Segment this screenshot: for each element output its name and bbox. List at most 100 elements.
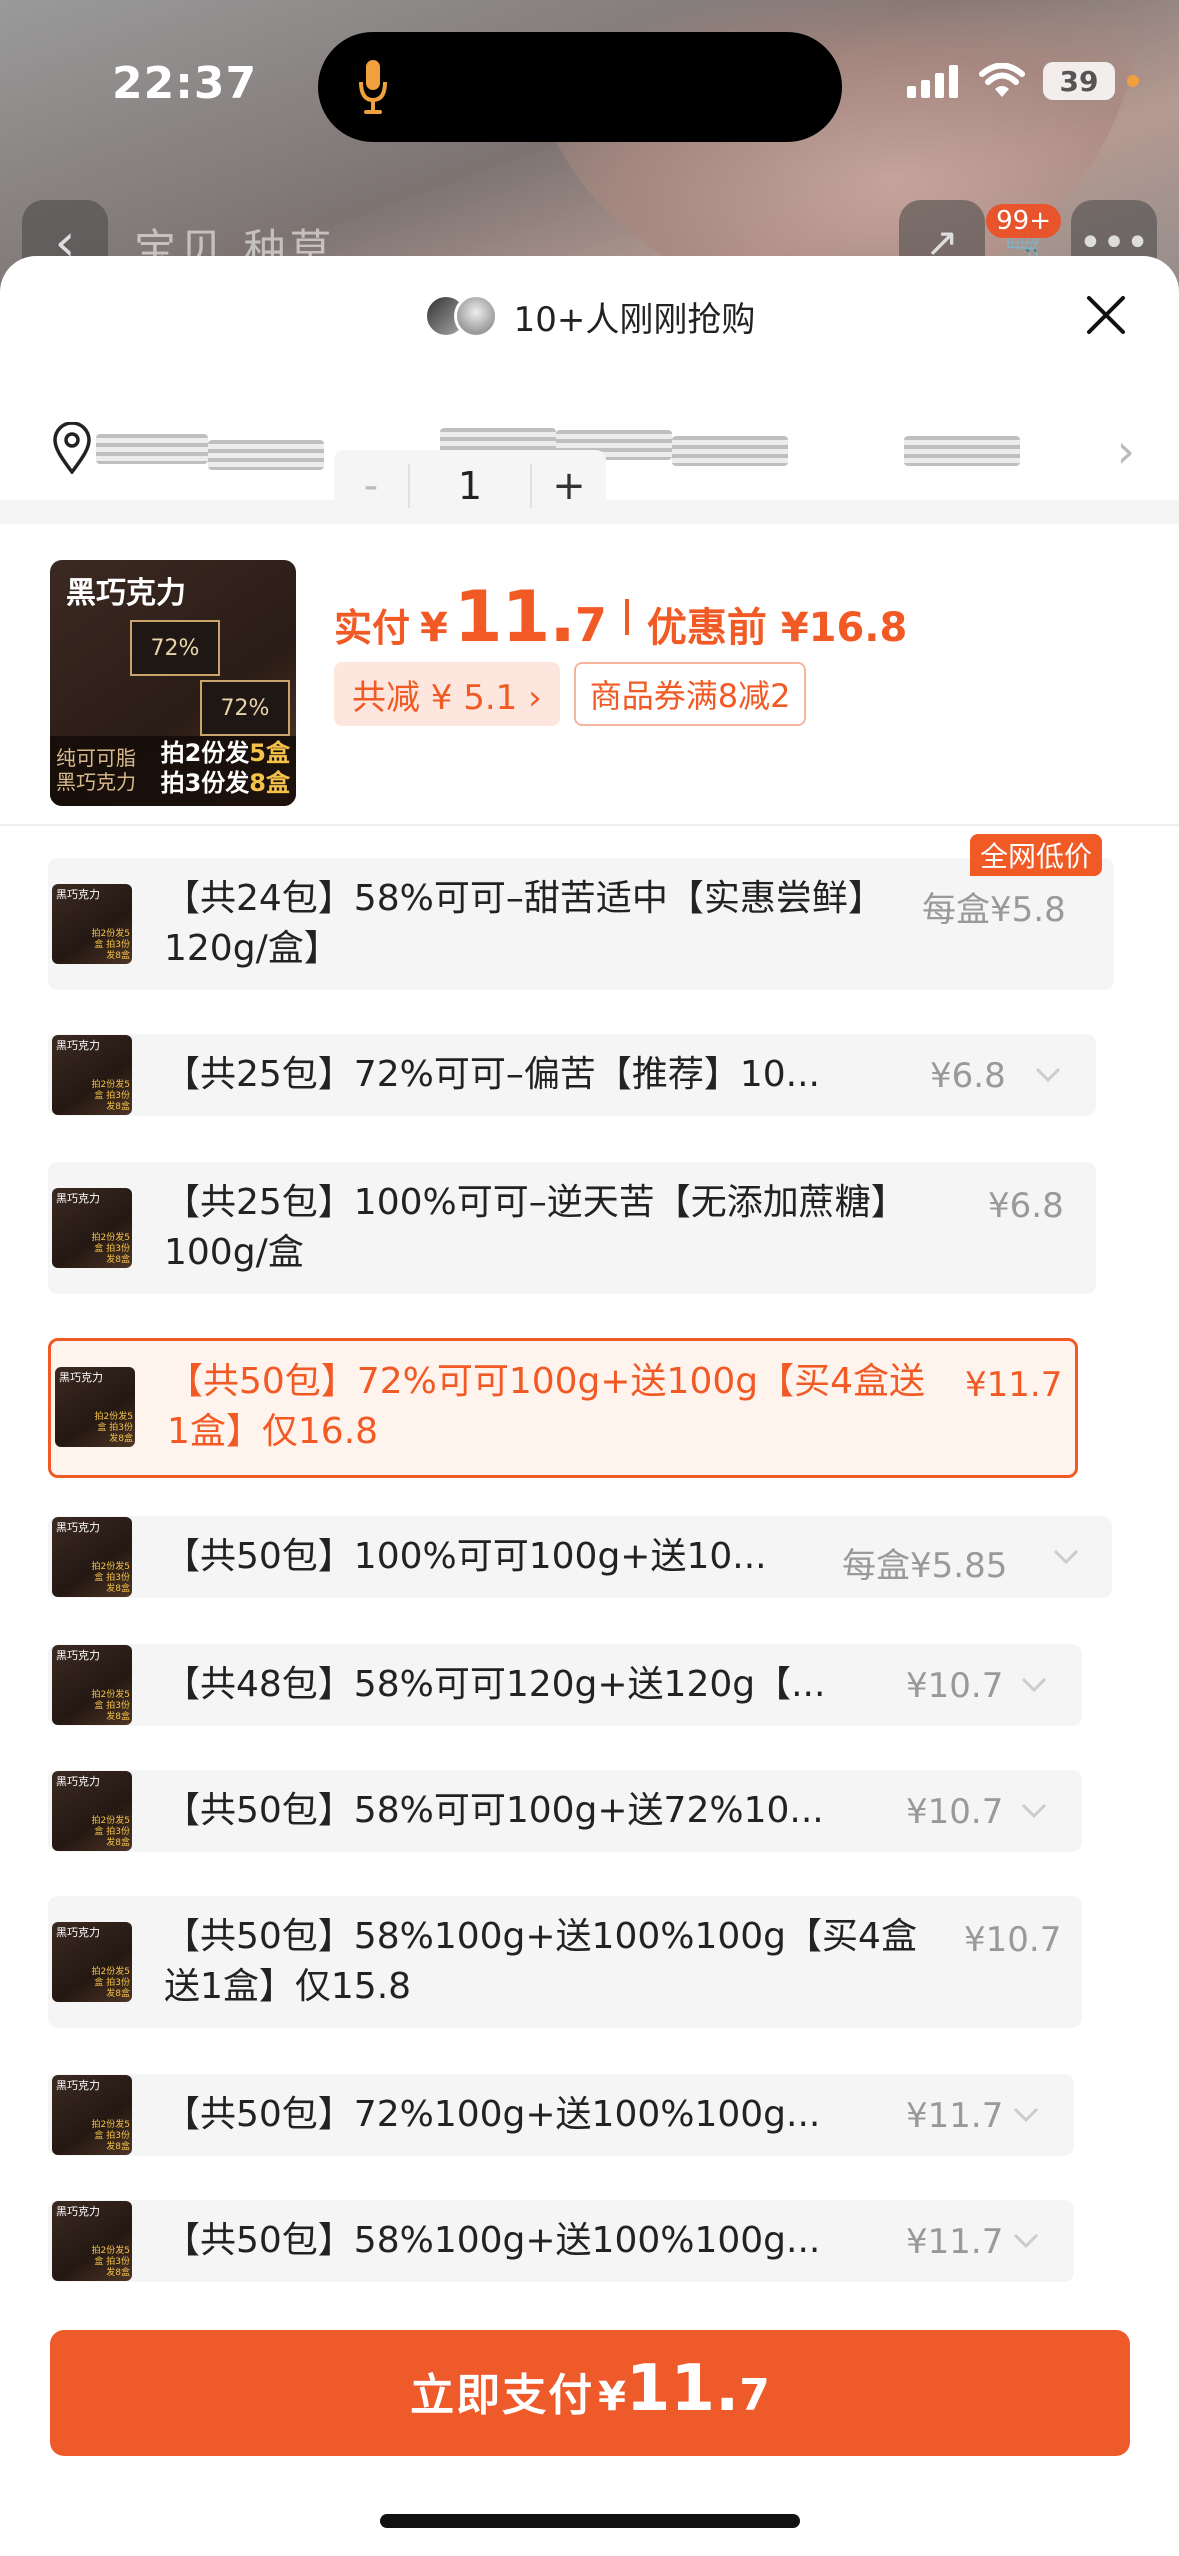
sku-option[interactable]: 【共50包】58%100g+送100%100g... ¥11.7 [48, 2200, 1074, 2282]
sku-price: ¥6.8 [988, 1186, 1064, 1226]
sku-thumbnail [52, 2201, 132, 2281]
chevron-down-icon [1021, 1803, 1047, 1819]
price-divider [624, 599, 629, 635]
price-label: 实付 [334, 606, 411, 650]
sku-option[interactable]: 【共25包】72%可可–偏苦【推荐】10... ¥6.8 [48, 1034, 1096, 1116]
address-blurred [904, 436, 1020, 466]
sku-price: ¥11.7 [965, 1365, 1063, 1405]
sku-thumbnail [52, 2075, 132, 2155]
sku-name: 【共48包】58%可可120g+送120g【... [164, 1664, 826, 1705]
sku-thumbnail [52, 1188, 132, 1268]
sku-thumbnail [52, 1922, 132, 2002]
sku-name: 【共24包】58%可可–甜苦适中【实惠尝鲜】120g/盒】 [164, 878, 884, 969]
promo-highlight: 5盒 [249, 739, 290, 767]
address-blurred [208, 440, 324, 470]
chevron-down-icon [1021, 1677, 1047, 1693]
sku-option[interactable]: 【共50包】72%100g+送100%100g... ¥11.7 [48, 2074, 1074, 2156]
battery-indicator: 39 [1043, 62, 1115, 100]
sku-name: 【共25包】72%可可–偏苦【推荐】10... [164, 1054, 820, 1095]
pay-now-button[interactable]: 立即支付 ¥ 11. 7 [50, 2330, 1130, 2456]
sku-name: 【共50包】100%可可100g+送10... [164, 1536, 767, 1577]
sku-option[interactable]: 【共50包】100%可可100g+送10... 每盒¥5.85 [48, 1516, 1112, 1598]
sku-name: 【共50包】58%100g+送100%100g【买4盒送1盒】仅15.8 [164, 1916, 917, 2007]
sku-name: 【共50包】58%可可100g+送72%10... [164, 1790, 824, 1831]
lowest-price-badge: 全网低价 [970, 834, 1103, 876]
quantity-value[interactable]: 1 [408, 464, 532, 508]
recent-buyers-text: 10+人刚刚抢购 [513, 299, 756, 340]
sku-option[interactable]: 【共50包】58%100g+送100%100g【买4盒送1盒】仅15.8 ¥10… [48, 1896, 1082, 2028]
sku-option[interactable]: 【共24包】58%可可–甜苦适中【实惠尝鲜】120g/盒】 每盒¥5.8 [48, 858, 1114, 990]
promo-text: 拍2份发 [160, 739, 250, 767]
sheet-header: 10+人刚刚抢购 [0, 256, 1179, 376]
home-indicator[interactable] [380, 2514, 800, 2528]
bottom-pay-bar: 立即支付 ¥ 11. 7 [0, 2286, 1179, 2556]
privacy-dot-icon [1127, 75, 1139, 87]
sku-thumbnail [52, 1645, 132, 1725]
price-before-discount: 优惠前 ¥16.8 [646, 605, 908, 651]
sku-price: 每盒¥5.85 [842, 1546, 1008, 1586]
sku-option[interactable]: 【共50包】58%可可100g+送72%10... ¥10.7 [48, 1770, 1082, 1852]
sku-price: 每盒¥5.8 [922, 890, 1066, 930]
divider [0, 824, 1179, 826]
buyer-avatars [423, 294, 498, 338]
chevron-down-icon [1013, 2233, 1039, 2249]
sku-thumbnail [52, 1035, 132, 1115]
sku-price: ¥10.7 [906, 1792, 1004, 1832]
address-blurred [672, 436, 788, 466]
cellular-signal-icon [907, 65, 958, 98]
sku-name: 【共50包】58%100g+送100%100g... [164, 2220, 821, 2261]
price-decimal: 7 [574, 598, 607, 652]
sku-thumbnail [52, 1771, 132, 1851]
sku-thumbnail [55, 1367, 135, 1447]
decrease-button[interactable]: - [334, 463, 408, 509]
chevron-down-icon [1053, 1549, 1079, 1565]
cart-badge: 99+ [986, 204, 1061, 238]
product-image-caption: 纯可可脂 黑巧克力 [56, 746, 136, 794]
product-image: 黑巧克力 72% 72% 纯可可脂 黑巧克力 拍2份发5盒 拍3份发8盒 [50, 560, 296, 806]
coupon-tag: 商品券满8减2 [573, 662, 807, 726]
wifi-icon [979, 63, 1025, 97]
status-time: 22:37 [112, 58, 258, 109]
price-currency: ¥ [420, 605, 448, 651]
discount-detail-button[interactable]: 共减 ¥ 5.1 › [334, 662, 560, 726]
sku-name: 【共50包】72%可可100g+送100g【买4盒送1盒】仅16.8 [167, 1361, 926, 1452]
chevron-down-icon [1035, 1067, 1061, 1083]
sku-price: ¥10.7 [964, 1920, 1062, 1960]
product-image-tag: 72% [130, 620, 220, 676]
sku-name: 【共25包】100%可可–逆天苦【无添加蔗糖】100g/盒 [164, 1182, 907, 1273]
sku-price: ¥11.7 [906, 2222, 1004, 2262]
chevron-down-icon [1013, 2107, 1039, 2123]
sku-price: ¥11.7 [906, 2096, 1004, 2136]
status-icons: 39 [907, 62, 1139, 100]
product-image-title: 黑巧克力 [66, 576, 186, 611]
sku-option[interactable]: 【共48包】58%可可120g+送120g【... ¥10.7 [48, 1644, 1082, 1726]
pay-button-decimal: 7 [739, 2370, 770, 2421]
sku-thumbnail [52, 884, 132, 964]
microphone-icon [359, 60, 387, 114]
promo-line: 共减 ¥ 5.1 › 商品券满8减2 [334, 662, 807, 726]
sku-bottom-sheet: 10+人刚刚抢购 › 黑巧克力 72% 72% 纯可可脂 黑巧克力 拍2份发5盒… [0, 256, 1179, 2556]
dynamic-island [318, 32, 842, 142]
sku-option-selected[interactable]: 【共50包】72%可可100g+送100g【买4盒送1盒】仅16.8 ¥11.7 [48, 1338, 1078, 1478]
product-image-tag: 72% [200, 680, 290, 736]
sku-thumbnail [52, 1517, 132, 1597]
price-line: 实付 ¥ 11. 7 优惠前 ¥16.8 [334, 576, 907, 658]
close-icon[interactable] [1081, 290, 1131, 340]
sku-price: ¥6.8 [930, 1056, 1006, 1096]
product-summary: 黑巧克力 72% 72% 纯可可脂 黑巧克力 拍2份发5盒 拍3份发8盒 实付 … [0, 554, 1179, 824]
chevron-right-icon: › [1116, 424, 1135, 478]
product-image-promo: 拍2份发5盒 拍3份发8盒 [161, 738, 290, 798]
sku-option[interactable]: 【共25包】100%可可–逆天苦【无添加蔗糖】100g/盒 ¥6.8 [48, 1162, 1096, 1294]
location-pin-icon [53, 422, 91, 474]
promo-text: 拍3份发 [160, 769, 250, 797]
increase-button[interactable]: + [532, 463, 606, 509]
pay-button-currency: ¥ [598, 2374, 626, 2420]
price-integer: 11. [453, 576, 576, 658]
pay-button-integer: 11. [625, 2352, 740, 2426]
sku-price: ¥10.7 [906, 1666, 1004, 1706]
quantity-stepper: - 1 + [334, 450, 606, 522]
address-blurred [96, 434, 208, 464]
avatar [453, 294, 498, 338]
sku-name: 【共50包】72%100g+送100%100g... [164, 2094, 821, 2135]
pay-button-label: 立即支付 [410, 2370, 595, 2421]
